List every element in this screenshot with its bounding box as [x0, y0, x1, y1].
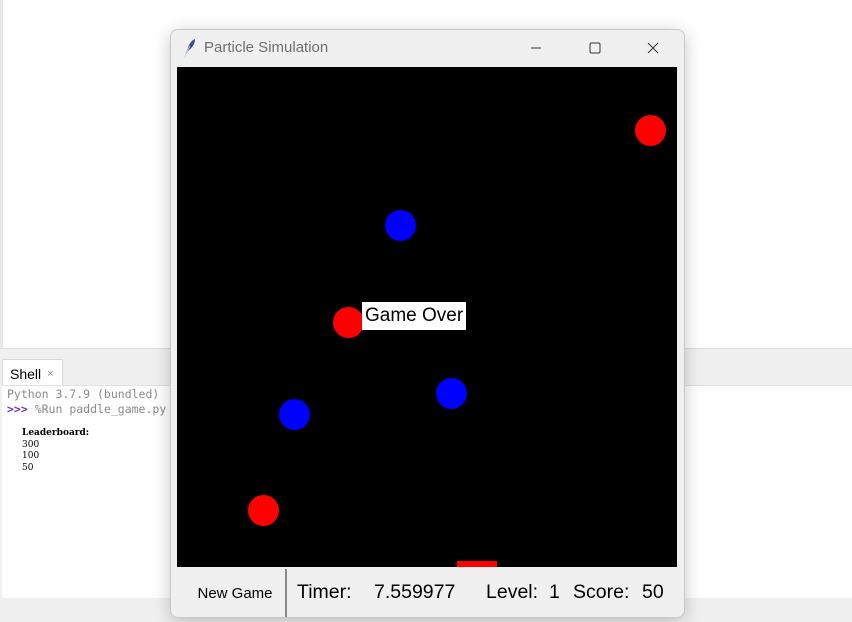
maximize-icon [589, 42, 601, 54]
game-canvas[interactable]: Game Over [177, 67, 677, 567]
score-label: Score: [573, 581, 630, 603]
shell-banner: Python 3.7.9 (bundled) [7, 387, 160, 401]
particle-blue [385, 210, 416, 241]
close-icon [647, 42, 659, 54]
leaderboard-score: 300 [22, 439, 40, 450]
window-title: Particle Simulation [204, 39, 329, 56]
leaderboard-output: Leaderboard: 300 100 50 [22, 428, 89, 474]
status-bar: New Game Timer: 7.559977 Level: 1 Score:… [171, 567, 684, 617]
game-over-label: Game Over [362, 302, 467, 330]
window-titlebar[interactable]: Particle Simulation [171, 30, 684, 66]
tab-shell[interactable]: Shell × [2, 359, 63, 387]
close-button[interactable] [630, 34, 676, 62]
particle-red [248, 495, 279, 526]
leaderboard-score: 100 [22, 451, 40, 461]
maximize-button[interactable] [572, 34, 618, 62]
feather-icon [183, 39, 195, 58]
leaderboard-title: Leaderboard: [22, 428, 90, 438]
shell-command-line: >>> %Run paddle_game.py [7, 402, 166, 416]
particle-blue [279, 399, 310, 430]
particle-simulation-window: Particle Simulation Game Over New Game T… [170, 29, 685, 618]
minimize-icon [531, 47, 541, 49]
particle-blue [436, 378, 467, 409]
timer-value: 7.559977 [374, 581, 456, 603]
tab-close-icon[interactable]: × [47, 368, 53, 380]
level-value: 1 [549, 581, 560, 603]
editor-gutter [0, 0, 3, 348]
timer-label: Timer: [297, 581, 352, 603]
tab-shell-label: Shell [10, 365, 42, 382]
particle-red [333, 307, 364, 338]
score-value: 50 [642, 581, 664, 603]
new-game-button[interactable]: New Game [185, 569, 287, 617]
level-label: Level: [486, 581, 539, 603]
leaderboard-score: 50 [22, 462, 34, 473]
particle-red [635, 115, 666, 146]
minimize-button[interactable] [513, 34, 559, 62]
shell-prompt: >>> [7, 402, 28, 416]
shell-command: %Run paddle_game.py [27, 402, 167, 416]
